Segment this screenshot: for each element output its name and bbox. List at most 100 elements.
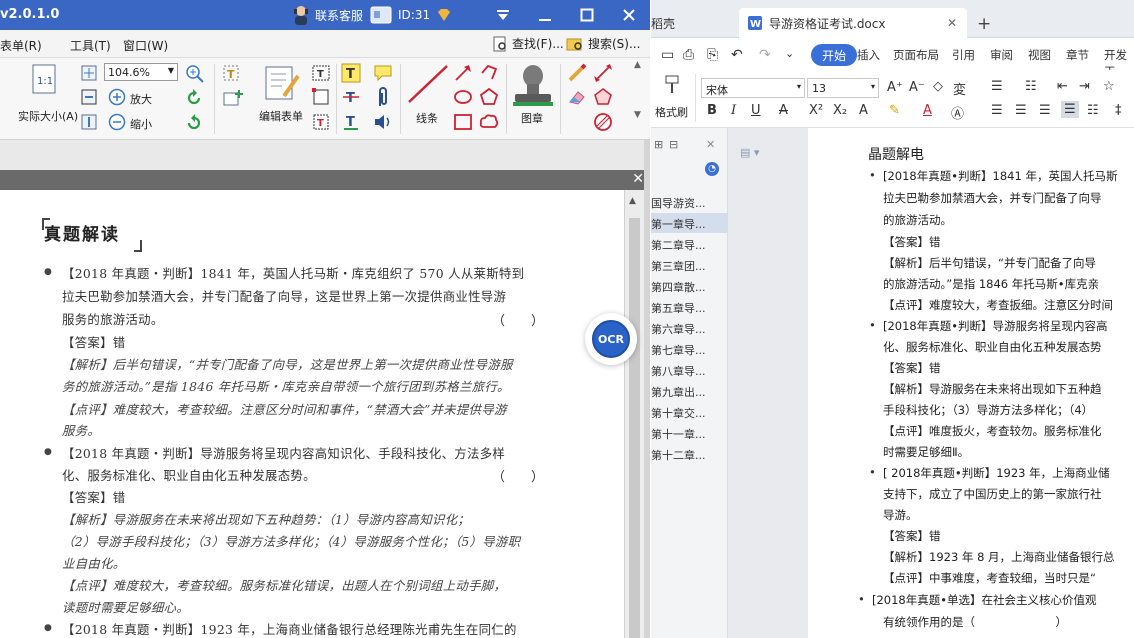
nav-item-0[interactable]: 国导游资... bbox=[651, 192, 728, 212]
tab-docer[interactable]: 稻壳 bbox=[651, 8, 737, 38]
frame-field-icon[interactable] bbox=[310, 86, 332, 108]
menu-form[interactable]: 表单(R) bbox=[0, 37, 42, 54]
nav-item-9[interactable]: 第九章出... bbox=[651, 381, 728, 401]
menu-page-layout[interactable]: 页面布局 bbox=[893, 47, 939, 63]
scroll-up-arrow-icon[interactable]: ▲ bbox=[629, 196, 636, 206]
document-map-icon[interactable]: ▤ ▾ bbox=[740, 146, 759, 159]
nav-item-10[interactable]: 第十章交... bbox=[651, 402, 728, 422]
nav-sync-icon[interactable]: ◔ bbox=[705, 162, 719, 176]
cloud-icon[interactable] bbox=[478, 111, 500, 133]
fit-width-icon[interactable] bbox=[80, 88, 98, 106]
highlight-icon[interactable]: ✎ bbox=[889, 103, 900, 118]
pentagon-icon[interactable] bbox=[478, 86, 500, 108]
bold-icon[interactable]: B bbox=[707, 103, 717, 118]
wps-page[interactable]: 晶题解电 [2018年真题•判断】1841 年，英国人托马斯 拉夫巴勒参加禁酒大… bbox=[808, 128, 1134, 638]
fit-page-icon[interactable] bbox=[80, 64, 98, 82]
nav-item-12[interactable]: 第十二章... bbox=[651, 444, 728, 464]
lines-label[interactable]: 线条 bbox=[416, 110, 438, 126]
font-size-select[interactable]: 13 ▾ bbox=[807, 78, 879, 98]
align-right-icon[interactable]: ☰ bbox=[1039, 103, 1051, 118]
actual-size-label[interactable]: 实际大小(A) bbox=[18, 108, 78, 124]
bullet-list-icon[interactable]: ☰ bbox=[991, 79, 1003, 94]
menu-window[interactable]: 窗口(W) bbox=[123, 37, 168, 54]
nav-collapse-icon[interactable]: ⊟ bbox=[669, 138, 678, 151]
rotate-left-icon[interactable] bbox=[184, 88, 204, 108]
maximize-button[interactable] bbox=[570, 0, 604, 30]
nav-item-5[interactable]: 第五章导... bbox=[651, 297, 728, 317]
customer-service-button[interactable]: 联系客服 bbox=[292, 3, 363, 27]
fit-visible-icon[interactable] bbox=[80, 113, 98, 131]
numbered-list-icon[interactable]: ☷ bbox=[1025, 79, 1037, 94]
font-color-icon[interactable]: A bbox=[923, 103, 932, 118]
ocr-button[interactable]: OCR bbox=[585, 313, 637, 365]
crop-field-icon[interactable]: T bbox=[310, 111, 332, 133]
increase-indent-icon[interactable]: ⇥ bbox=[1079, 79, 1090, 94]
pencil-icon[interactable] bbox=[566, 62, 588, 84]
nav-item-7[interactable]: 第七章导... bbox=[651, 339, 728, 359]
undo-icon[interactable]: ↶ bbox=[731, 47, 743, 63]
nav-expand-icon[interactable]: ⊞ bbox=[654, 138, 663, 151]
zoom-select[interactable]: 104.6% ▼ bbox=[104, 63, 178, 81]
nav-item-11[interactable]: 第十一章... bbox=[651, 423, 728, 443]
zoom-out-icon[interactable] bbox=[108, 113, 126, 131]
ribbon-scroll-up-icon[interactable]: ▲ bbox=[634, 60, 641, 70]
quick-export-icon[interactable]: ⎘ bbox=[707, 47, 718, 63]
close-document-icon[interactable]: ✕ bbox=[632, 171, 644, 187]
note-icon[interactable] bbox=[372, 62, 394, 84]
area-measure-icon[interactable] bbox=[592, 86, 614, 108]
quick-save-icon[interactable]: ▭ bbox=[661, 47, 674, 63]
pinyin-icon[interactable]: 変 bbox=[953, 79, 966, 98]
menu-start[interactable]: 开始 bbox=[811, 44, 857, 66]
tab-document[interactable]: W 导游资格证考试.docx ✕ bbox=[739, 8, 967, 38]
menu-section[interactable]: 章节 bbox=[1066, 47, 1089, 63]
line-icon[interactable] bbox=[404, 62, 452, 106]
stamp-icon[interactable] bbox=[510, 62, 556, 108]
superscript-icon[interactable]: X² bbox=[809, 103, 823, 118]
clear-format-icon[interactable]: ◇ bbox=[933, 79, 943, 94]
underline-text-icon[interactable]: U bbox=[751, 103, 761, 118]
wps-document-area[interactable]: ▤ ▾ 晶题解电 [2018年真题•判断】1841 年，英国人托马斯 拉夫巴勒参… bbox=[728, 128, 1134, 638]
arrow-icon[interactable] bbox=[452, 62, 474, 84]
typewriter-icon[interactable]: T bbox=[340, 62, 362, 84]
measure-icon[interactable] bbox=[592, 62, 614, 84]
format-painter-icon[interactable] bbox=[661, 74, 683, 96]
select-text-icon[interactable]: T bbox=[222, 64, 244, 84]
user-id-box[interactable]: ID:31 bbox=[370, 3, 452, 27]
edit-form-icon[interactable] bbox=[260, 64, 304, 104]
zoom-out-label[interactable]: 缩小 bbox=[130, 116, 152, 132]
line-spacing-icon[interactable]: ‡ bbox=[1115, 103, 1122, 118]
add-image-icon[interactable] bbox=[222, 88, 244, 108]
hatch-shape-icon[interactable] bbox=[592, 111, 614, 133]
grow-font-icon[interactable]: A⁺ bbox=[887, 80, 903, 95]
ribbon-scroll-down-icon[interactable]: ▼ bbox=[634, 110, 641, 120]
align-left-icon[interactable]: ☰ bbox=[991, 103, 1003, 118]
rotate-right-icon[interactable] bbox=[184, 113, 204, 133]
strikeout-icon[interactable]: T bbox=[340, 86, 362, 108]
close-button[interactable] bbox=[612, 0, 646, 30]
pdf-vertical-scrollbar[interactable]: ▲ bbox=[624, 190, 644, 638]
rectangle-icon[interactable] bbox=[452, 111, 474, 133]
eraser-icon[interactable] bbox=[566, 86, 588, 108]
actual-size-icon[interactable]: 1:1 bbox=[30, 64, 60, 94]
nav-item-6[interactable]: 第六章导... bbox=[651, 318, 728, 338]
nav-item-3[interactable]: 第三章团... bbox=[651, 255, 728, 275]
menu-view[interactable]: 视图 bbox=[1028, 47, 1051, 63]
nav-close-icon[interactable]: ✕ bbox=[706, 138, 715, 151]
char-border-icon[interactable]: Ⓐ bbox=[951, 103, 964, 122]
nav-item-2[interactable]: 第二章导... bbox=[651, 234, 728, 254]
find-button[interactable]: 查找(F)... bbox=[492, 35, 564, 52]
underline-icon[interactable]: T bbox=[340, 111, 362, 133]
zoom-in-label[interactable]: 放大 bbox=[130, 91, 152, 107]
text-effect-icon[interactable]: A bbox=[859, 103, 868, 118]
justify-icon[interactable]: ☰ bbox=[1061, 101, 1079, 118]
align-center-icon[interactable]: ☰ bbox=[1015, 103, 1027, 118]
sound-icon[interactable] bbox=[372, 111, 394, 133]
nav-item-8[interactable]: 第八章导... bbox=[651, 360, 728, 380]
format-painter-label[interactable]: 格式刷 bbox=[655, 104, 688, 120]
nav-item-1[interactable]: 第一章导... bbox=[651, 213, 728, 233]
quick-access-chevron-icon[interactable]: ⌄ bbox=[785, 47, 794, 60]
strikethrough-icon[interactable]: A bbox=[779, 103, 788, 118]
distributed-align-icon[interactable]: ☷ bbox=[1087, 103, 1099, 118]
minimize-button[interactable] bbox=[528, 0, 562, 30]
menu-insert[interactable]: 插入 bbox=[857, 47, 880, 63]
